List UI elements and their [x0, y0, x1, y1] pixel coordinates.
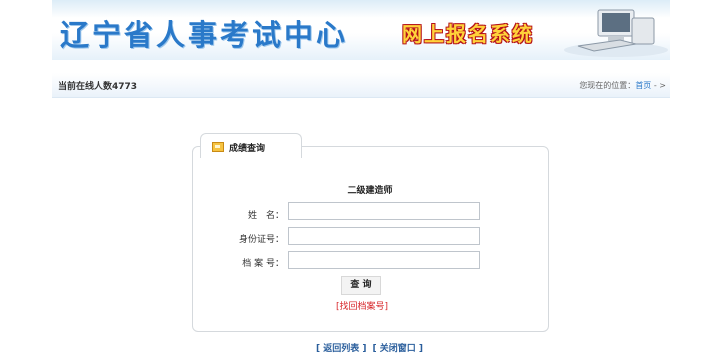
breadcrumb-prefix: 您现在的位置： [579, 81, 636, 90]
id-number-label: 身份证号： [238, 235, 284, 245]
breadcrumb: 您现在的位置：首页 - > [579, 80, 666, 91]
id-number-input[interactable] [288, 227, 480, 245]
name-label: 姓 名： [247, 211, 284, 221]
header-banner: 辽宁省人事考试中心 网上报名系统 [52, 0, 670, 60]
footer-links: [ 返回列表 ] [ 关闭窗口 ] [316, 341, 429, 354]
back-to-list-link[interactable]: [ 返回列表 ] [316, 344, 367, 354]
breadcrumb-home-link[interactable]: 首页 [635, 81, 651, 90]
folder-icon [212, 142, 224, 152]
name-input[interactable] [288, 202, 480, 220]
exam-name: 二级建造师 [347, 186, 393, 196]
tab-label: 成绩查询 [229, 144, 266, 154]
computer-illustration-icon [564, 9, 668, 57]
tab-score-query[interactable]: 成绩查询 [200, 133, 302, 158]
site-title: 辽宁省人事考试中心 [60, 18, 349, 52]
file-number-input[interactable] [288, 251, 480, 269]
query-button[interactable]: 查 询 [341, 276, 381, 295]
close-window-link[interactable]: [ 关闭窗口 ] [373, 344, 424, 354]
recover-file-number-link[interactable]: [找回档案号] [332, 299, 392, 312]
breadcrumb-suffix: - > [651, 81, 666, 90]
system-title: 网上报名系统 [402, 22, 534, 46]
online-count: 当前在线人数4773 [58, 82, 138, 92]
file-number-label: 档 案 号： [242, 259, 284, 269]
status-bar: 当前在线人数4773 您现在的位置：首页 - > [52, 73, 670, 98]
